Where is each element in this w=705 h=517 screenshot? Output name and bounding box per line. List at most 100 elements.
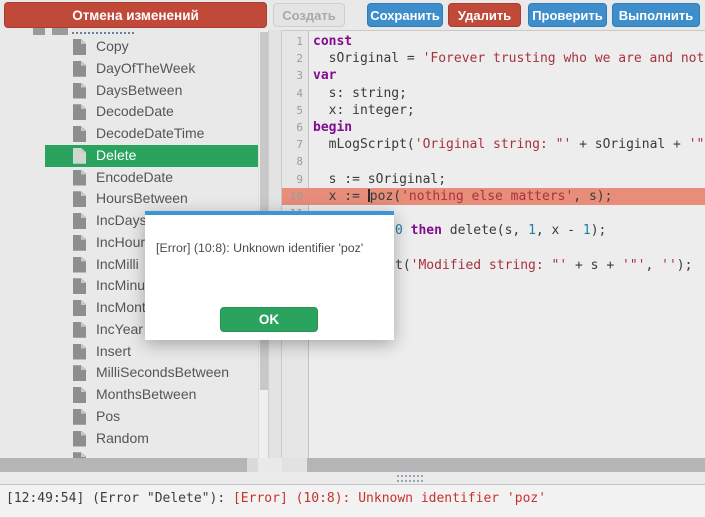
error-dialog: [Error] (10:8): Unknown identifier 'poz'… [145,211,394,340]
code-line-5[interactable]: 5 x: integer; [282,102,705,119]
tree-item-monthsbetween[interactable]: MonthsBetween [45,384,258,406]
tree-item-daysbetween[interactable]: DaysBetween [45,80,258,102]
tree-item-decodedate[interactable]: DecodeDate [45,101,258,123]
document-icon [73,344,86,360]
editor-horizontal-scrollbar-thumb[interactable] [307,458,705,472]
code-line-6[interactable]: 6 begin [282,119,705,136]
tree-item-label: DecodeDate [96,103,174,119]
line-number: 7 [282,136,303,153]
document-icon [73,104,86,120]
document-icon [73,409,86,425]
line-number: 6 [282,119,303,136]
log-panel: [12:49:54] (Error "Delete"): [Error] (10… [0,485,705,517]
tree-item-pos[interactable]: Pos [45,406,258,428]
tree-item-label: IncMinu [96,277,145,293]
line-number: 9 [282,171,303,188]
code-line-text: x := poz('nothing else matters', s); [313,188,705,205]
tree-item-label: IncMilli [96,256,139,272]
code-line-text: sOriginal = 'Forever trusting who we are… [313,50,705,67]
tree-item-label: MilliSecondsBetween [96,364,229,380]
tree-item-partial[interactable] [45,449,258,458]
tree-item-label: EncodeDate [96,169,173,185]
document-icon [73,126,86,142]
document-icon [73,61,86,77]
save-button[interactable]: Сохранить [367,3,443,27]
tree-item-copy[interactable]: Copy [45,36,258,58]
tree-item-label: Random [96,430,149,446]
tree-item-label: MonthsBetween [96,386,196,402]
document-icon [73,148,86,164]
document-icon [73,278,86,294]
tree-item-random[interactable]: Random [45,428,258,450]
code-line-10[interactable]: 10 x := poz('nothing else matters', s); [282,188,705,205]
tree-item-delete[interactable]: Delete [45,145,258,167]
create-button[interactable]: Создать [273,3,345,27]
tree-item-decodedatetime[interactable]: DecodeDateTime [45,123,258,145]
code-line-text: begin [313,119,705,136]
line-number: 3 [282,67,303,84]
tree-item-label: IncMont [96,299,146,315]
log-error-text: [Error] (10:8): Unknown identifier 'poz' [233,491,546,506]
code-line-9[interactable]: 9 s := sOriginal; [282,171,705,188]
editor-horizontal-scrollbar[interactable] [282,458,705,472]
tree-item-label: HoursBetween [96,190,188,206]
tree-item-hoursbetween[interactable]: HoursBetween [45,188,258,210]
undo-changes-button[interactable]: Отмена изменений [4,2,267,28]
log-message: [12:49:54] (Error "Delete"): [Error] (10… [6,491,546,506]
tree-item-dayoftheweek[interactable]: DayOfTheWeek [45,58,258,80]
line-number: 10 [282,188,303,205]
code-line-text: s := sOriginal; [313,171,705,188]
tree-horizontal-scrollbar[interactable] [0,458,258,472]
folder-icon [52,28,68,35]
check-button[interactable]: Проверить [528,3,607,27]
splitter-grip-icon[interactable] [397,475,423,482]
tree-parent-label-clipped [72,32,134,34]
code-line-text: s: string; [313,85,705,102]
code-line-text: x: integer; [313,102,705,119]
tree-item-label: DaysBetween [96,82,182,98]
document-icon [73,431,86,447]
line-number: 5 [282,102,303,119]
delete-button[interactable]: Удалить [448,3,521,27]
document-icon [73,170,86,186]
tree-item-encodedate[interactable]: EncodeDate [45,167,258,189]
line-number: 2 [282,50,303,67]
tree-item-insert[interactable]: Insert [45,341,258,363]
tree-item-label: Pos [96,408,120,424]
document-icon [73,191,86,207]
line-number: 8 [282,153,303,170]
tree-expander-icon[interactable] [33,28,45,35]
log-panel-splitter[interactable] [0,472,705,485]
log-timestamp-prefix: [12:49:54] (Error "Delete"): [6,491,233,506]
document-icon [73,235,86,251]
tree-item-label: DayOfTheWeek [96,60,195,76]
document-icon [73,365,86,381]
ok-button[interactable]: OK [220,307,318,332]
code-line-4[interactable]: 4 s: string; [282,85,705,102]
tree-item-label: Delete [96,147,136,163]
document-icon [73,257,86,273]
line-number: 4 [282,85,303,102]
code-line-3[interactable]: 3 var [282,67,705,84]
code-line-text: var [313,67,705,84]
code-line-2[interactable]: 2 sOriginal = 'Forever trusting who we a… [282,50,705,67]
document-icon [73,322,86,338]
tree-item-label: Copy [96,38,129,54]
tree-horizontal-scrollbar-thumb[interactable] [0,458,247,472]
code-line-1[interactable]: 1 const [282,33,705,50]
tree-item-label: IncDays [96,212,147,228]
code-line-8[interactable]: 8 [282,153,705,170]
document-icon [73,39,86,55]
tree-item-label: IncHour [96,234,145,250]
error-dialog-message: [Error] (10:8): Unknown identifier 'poz' [156,241,386,255]
code-line-7[interactable]: 7 mLogScript('Original string: "' + sOri… [282,136,705,153]
run-button[interactable]: Выполнить [612,3,700,27]
line-number: 1 [282,33,303,50]
document-icon [73,83,86,99]
code-line-text: const [313,33,705,50]
document-icon [73,213,86,229]
tree-item-label: DecodeDateTime [96,125,204,141]
tree-item-millisecondsbetween[interactable]: MilliSecondsBetween [45,362,258,384]
tree-item-label: Insert [96,343,131,359]
code-line-text: mLogScript('Original string: "' + sOrigi… [313,136,705,153]
